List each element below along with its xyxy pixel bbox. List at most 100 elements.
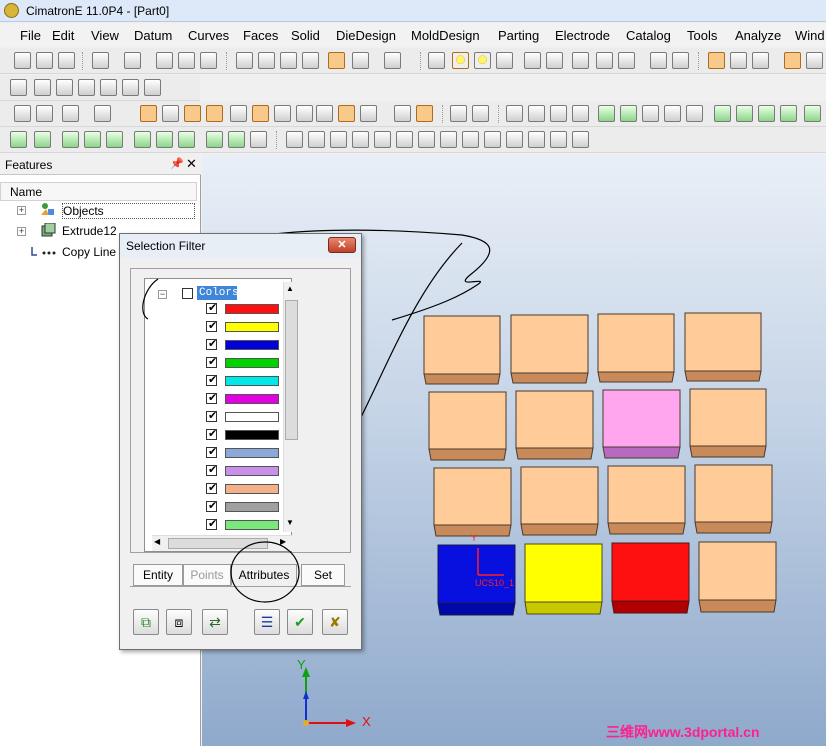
datum-triangle-icon[interactable] — [440, 131, 457, 148]
move-icon[interactable] — [84, 131, 101, 148]
solid-shell-icon[interactable] — [56, 79, 73, 96]
arrow-left-icon[interactable] — [524, 52, 541, 69]
tree-item-copy-line[interactable]: Copy Line — [62, 245, 116, 259]
assembly-icon[interactable] — [10, 131, 27, 148]
view-box-icon[interactable] — [328, 52, 345, 69]
block[interactable] — [515, 390, 594, 460]
datum-perp-icon[interactable] — [462, 131, 479, 148]
zoom-window-icon[interactable] — [258, 52, 275, 69]
block[interactable] — [520, 466, 599, 536]
close-icon[interactable]: ✕ — [186, 156, 197, 172]
sweep-icon[interactable] — [780, 105, 797, 122]
menu-view[interactable]: View — [91, 28, 119, 43]
filter-sheet-icon[interactable] — [274, 105, 291, 122]
scroll-up-icon[interactable]: ▲ — [286, 284, 294, 293]
datum-line-icon[interactable] — [286, 131, 303, 148]
menu-curves[interactable]: Curves — [188, 28, 229, 43]
color-row[interactable]: ✔ — [206, 354, 279, 372]
block[interactable] — [698, 541, 777, 613]
pattern-icon[interactable] — [106, 131, 123, 148]
tree-icon[interactable] — [200, 52, 217, 69]
block[interactable] — [510, 314, 589, 384]
color-checkbox[interactable]: ✔ — [206, 392, 217, 404]
filter-arrow-icon[interactable] — [394, 105, 411, 122]
layer-icon[interactable] — [650, 52, 667, 69]
block[interactable] — [684, 312, 762, 382]
datum-box-icon[interactable] — [506, 131, 523, 148]
color-checkbox[interactable]: ✔ — [206, 410, 217, 422]
filter-list-icon[interactable] — [360, 105, 377, 122]
boolean-remove-icon[interactable] — [156, 131, 173, 148]
color-row[interactable]: ✔ — [206, 498, 279, 516]
cylinder-icon[interactable] — [736, 105, 753, 122]
bulb-icon[interactable] — [474, 52, 491, 69]
datum-curve-icon[interactable] — [352, 131, 369, 148]
revolve-icon[interactable] — [804, 105, 821, 122]
deselect-button[interactable]: ⧈ — [166, 609, 192, 635]
color-checkbox[interactable]: ✔ — [206, 374, 217, 386]
datum-cross-icon[interactable] — [374, 131, 391, 148]
block-red[interactable] — [611, 542, 690, 614]
color-row[interactable]: ✔ — [206, 300, 279, 318]
delete-face-icon[interactable] — [250, 131, 267, 148]
color-row[interactable]: ✔ — [206, 336, 279, 354]
measure-icon[interactable] — [596, 52, 613, 69]
filter-datum-icon[interactable] — [230, 105, 247, 122]
color-checkbox[interactable]: ✔ — [206, 302, 217, 314]
color-row[interactable]: ✔ — [206, 444, 279, 462]
link-icon[interactable] — [156, 52, 173, 69]
settings-icon[interactable] — [618, 52, 635, 69]
color-checkbox[interactable]: ✔ — [206, 482, 217, 494]
color-row[interactable]: ✔ — [206, 516, 279, 534]
trim-curve-icon[interactable] — [642, 105, 659, 122]
tab-set[interactable]: Set — [301, 564, 345, 586]
datum-xyz-icon[interactable] — [528, 131, 545, 148]
grid-icon[interactable] — [806, 52, 823, 69]
color-row[interactable]: ✔ — [206, 408, 279, 426]
solid-draft-icon[interactable] — [100, 79, 117, 96]
menu-edit[interactable]: Edit — [52, 28, 74, 43]
datum-cube-icon[interactable] — [550, 131, 567, 148]
menu-faces[interactable]: Faces — [243, 28, 278, 43]
block[interactable] — [607, 465, 686, 535]
block[interactable] — [597, 313, 675, 383]
scroll-down-icon[interactable]: ▼ — [286, 518, 294, 527]
solid-cut-icon[interactable] — [78, 79, 95, 96]
filter-funnel-icon[interactable] — [416, 105, 433, 122]
color-row[interactable]: ✔ — [206, 426, 279, 444]
scroll-left-icon[interactable]: ◀ — [154, 537, 160, 546]
expand-objects-icon[interactable]: + — [17, 206, 26, 215]
render-mode-icon[interactable] — [384, 52, 401, 69]
solid-box-icon[interactable] — [10, 79, 27, 96]
solid-chamfer-icon[interactable] — [34, 79, 51, 96]
zoom-all-icon[interactable] — [236, 52, 253, 69]
surface-icon[interactable] — [714, 105, 731, 122]
colors-root-label[interactable]: Colors — [197, 286, 239, 300]
color-row[interactable]: ✔ — [206, 480, 279, 498]
paint-bucket-icon[interactable] — [752, 52, 769, 69]
sketch-icon[interactable] — [450, 105, 467, 122]
undo-icon[interactable] — [92, 52, 109, 69]
snap-icon[interactable] — [572, 52, 589, 69]
block[interactable] — [433, 467, 512, 537]
table-icon[interactable] — [730, 52, 747, 69]
color-row[interactable]: ✔ — [206, 318, 279, 336]
block-highlighted[interactable] — [602, 389, 681, 459]
blend-curve-icon[interactable] — [620, 105, 637, 122]
pan-icon[interactable] — [302, 52, 319, 69]
solid-round-icon[interactable] — [144, 79, 161, 96]
color-checkbox[interactable]: ✔ — [206, 320, 217, 332]
menu-parting[interactable]: Parting — [498, 28, 539, 43]
vertical-scrollbar[interactable]: ▲ ▼ — [283, 282, 299, 532]
menu-window[interactable]: Wind — [795, 28, 825, 43]
light-icon[interactable] — [428, 52, 445, 69]
menu-datum[interactable]: Datum — [134, 28, 172, 43]
filter-points-icon[interactable] — [206, 105, 223, 122]
offset-curve-icon[interactable] — [664, 105, 681, 122]
boolean-intersect-icon[interactable] — [178, 131, 195, 148]
zoom-dynamic-icon[interactable] — [280, 52, 297, 69]
component-icon[interactable] — [34, 131, 51, 148]
menu-analyze[interactable]: Analyze — [735, 28, 781, 43]
menu-diedesign[interactable]: DieDesign — [336, 28, 396, 43]
color-checkbox[interactable]: ✔ — [206, 500, 217, 512]
